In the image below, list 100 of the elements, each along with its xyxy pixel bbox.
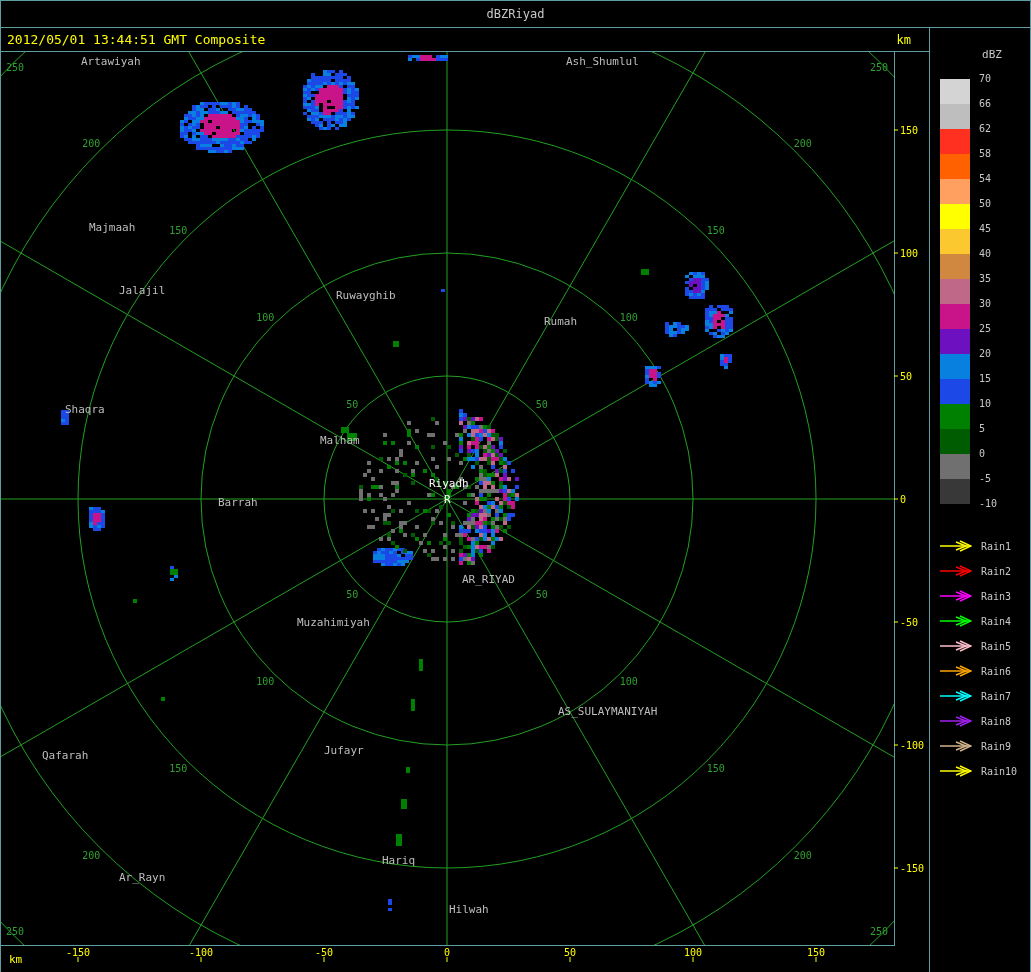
track-label: Rain7 — [981, 690, 1012, 702]
city-label: Hariq — [382, 854, 416, 867]
city-label: Shaqra — [65, 403, 105, 416]
city-label: Barrah — [218, 496, 258, 509]
range-label: 50 — [346, 588, 359, 600]
scale-label: 35 — [979, 272, 993, 286]
scale-label: 62 — [979, 122, 993, 136]
range-label: 100 — [619, 312, 638, 324]
scale-label: 50 — [979, 197, 993, 211]
radar-site-label: Riyadh — [429, 477, 469, 490]
track-label: Rain5 — [981, 640, 1012, 652]
range-label: 200 — [82, 138, 101, 150]
rain-echo-drawing — [388, 899, 392, 911]
rain-echo-drawing — [170, 566, 178, 581]
scale-label: 20 — [979, 347, 993, 361]
rain-echo-drawing — [685, 272, 709, 299]
scale-label: 70 — [979, 72, 993, 86]
scale-label: 10 — [979, 397, 993, 411]
rain-echo-drawing — [393, 341, 399, 347]
range-label: 150 — [706, 762, 725, 774]
city-label: Ruwayghib — [336, 289, 396, 302]
scale-label: 15 — [979, 372, 993, 386]
rain-echo-drawing — [419, 659, 423, 671]
city-label: Muzahimiyah — [297, 616, 370, 629]
range-label: 200 — [82, 849, 101, 861]
track-label: Rain3 — [981, 590, 1012, 602]
city-label: Artawiyah — [81, 55, 141, 68]
rain-echo-drawing — [161, 697, 165, 701]
axis-tick-label: 100 — [683, 947, 703, 958]
range-label: 200 — [793, 138, 812, 150]
city-label: Qafarah — [42, 749, 89, 762]
axis-tick-label: 0 — [900, 494, 907, 505]
rain-echo-drawing — [411, 699, 415, 711]
rain-echo-drawing — [705, 305, 733, 338]
range-label: 50 — [535, 399, 548, 411]
axis-tick-label: 100 — [900, 248, 919, 259]
axis-tick-label: 150 — [900, 125, 919, 136]
axis-tick-label: -100 — [188, 947, 214, 958]
scale-label: 30 — [979, 297, 993, 311]
scale-label: 5 — [979, 422, 987, 436]
city-label: Jalajil — [119, 284, 166, 297]
range-label: 50 — [535, 588, 548, 600]
city-label: Jufayr — [324, 744, 364, 757]
rain-echo-drawing — [645, 366, 661, 387]
scale-label: 58 — [979, 147, 993, 161]
legend-title: dBZ — [982, 48, 1002, 61]
scale-label: 66 — [979, 97, 993, 111]
rain-echo-drawing — [408, 55, 448, 61]
range-label: 250 — [5, 61, 24, 73]
scale-label: 25 — [979, 322, 993, 336]
track-label: Rain4 — [981, 615, 1012, 627]
rain-echo-drawing — [89, 507, 105, 531]
track-label: Rain1 — [981, 540, 1012, 552]
axis-tick-label: 50 — [900, 371, 913, 382]
scale-label: 54 — [979, 172, 993, 186]
rain-echo-drawing — [406, 767, 410, 773]
range-label: 200 — [793, 849, 812, 861]
axis-tick-label: -50 — [900, 617, 919, 628]
axis-tick-label: -50 — [314, 947, 334, 958]
track-label: Rain9 — [981, 740, 1012, 752]
axis-tick-label: -150 — [65, 947, 91, 958]
axis-unit-label: km — [9, 953, 23, 966]
city-label: Ar_Rayn — [119, 871, 166, 884]
range-label: 150 — [706, 225, 725, 237]
axis-tick-label: 0 — [444, 947, 450, 958]
city-label: Majmaah — [89, 221, 136, 234]
city-label: Hilwah — [449, 903, 489, 916]
scale-label: -5 — [979, 472, 993, 486]
rain-echo-drawing — [133, 599, 137, 603]
city-label: Ash_Shumlul — [566, 55, 639, 68]
range-label: 100 — [256, 312, 275, 324]
scale-label: 45 — [979, 222, 993, 236]
scale-label: 0 — [979, 447, 987, 461]
range-label: 150 — [169, 225, 188, 237]
axis-tick-label: 50 — [564, 947, 576, 958]
unit-label: km — [896, 32, 911, 47]
rain-echo-drawing — [665, 322, 689, 337]
scale-label: -10 — [979, 497, 998, 511]
range-label: 250 — [870, 61, 889, 73]
radar-site-label: R — [444, 493, 451, 506]
range-label: 50 — [346, 399, 359, 411]
range-label: 100 — [256, 675, 275, 687]
timestamp: 2012/05/01 13:44:51 GMT Composite — [7, 32, 266, 47]
range-label: 250 — [5, 926, 24, 938]
rain-echo-drawing — [641, 269, 649, 275]
range-label: 150 — [169, 762, 188, 774]
track-label: Rain6 — [981, 665, 1012, 677]
city-label: AR_RIYAD — [462, 573, 515, 586]
rain-echo-drawing — [720, 354, 732, 369]
range-label: 250 — [870, 926, 889, 938]
axis-tick-label: -100 — [900, 740, 925, 751]
axis-tick-label: 150 — [806, 947, 826, 958]
range-label: 100 — [619, 675, 638, 687]
track-label: Rain2 — [981, 565, 1012, 577]
axis-tick-label: -150 — [900, 863, 925, 874]
track-label: Rain8 — [981, 715, 1012, 727]
rain-echo-drawing — [303, 70, 359, 130]
rain-echo-drawing — [396, 834, 402, 846]
city-label: Rumah — [544, 315, 578, 328]
rain-echo-drawing — [441, 289, 445, 292]
